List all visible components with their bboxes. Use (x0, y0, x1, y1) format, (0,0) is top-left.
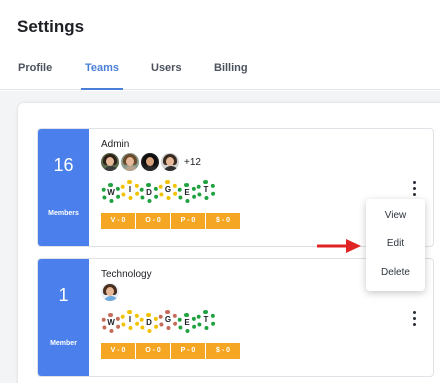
member-count-block: 16 Members (38, 129, 89, 246)
member-count-block: 1 Member (38, 259, 89, 376)
menu-item-delete[interactable]: Delete (366, 267, 425, 278)
stat-badge: $ - 0 (206, 343, 240, 359)
stat-badge: P - 0 (171, 213, 205, 229)
kebab-icon[interactable] (412, 311, 418, 327)
gear-icon: E (177, 313, 197, 333)
avatar (160, 152, 180, 172)
stat-badge: O - 0 (136, 343, 170, 359)
menu-item-view[interactable]: View (366, 210, 425, 221)
stat-badge: O - 0 (136, 213, 170, 229)
gear-icon: I (120, 310, 140, 330)
stat-badge: $ - 0 (206, 213, 240, 229)
team-name: Technology (101, 269, 152, 280)
gear-icon: I (120, 180, 140, 200)
avatar (100, 152, 120, 172)
gear-icon: W (101, 313, 121, 333)
avatar (120, 152, 140, 172)
team-name: Admin (101, 139, 130, 150)
gear-icon: G (158, 180, 178, 200)
tab-users[interactable]: Users (151, 62, 182, 74)
gear-icon: T (196, 180, 216, 200)
kebab-icon[interactable] (412, 181, 418, 197)
member-count-label: Members (48, 210, 79, 217)
gear-icon: E (177, 183, 197, 203)
gear-icon: D (139, 313, 159, 333)
member-count: 16 (53, 155, 74, 175)
tab-profile[interactable]: Profile (18, 62, 52, 74)
avatar (100, 282, 120, 302)
gear-icon: G (158, 310, 178, 330)
tab-billing[interactable]: Billing (214, 62, 248, 74)
active-tab-indicator (81, 88, 123, 90)
gear-icon: D (139, 183, 159, 203)
tab-bar: Profile Teams Users Billing (0, 56, 440, 90)
avatar (140, 152, 160, 172)
stat-badge: P - 0 (171, 343, 205, 359)
menu-item-edit[interactable]: Edit (366, 238, 425, 249)
page-title: Settings (17, 17, 85, 36)
tab-teams[interactable]: Teams (85, 62, 119, 74)
stat-badge: V - 0 (101, 213, 135, 229)
member-count: 1 (58, 285, 69, 305)
team-actions-menu: View Edit Delete (366, 199, 425, 291)
member-count-label: Member (50, 340, 77, 347)
stat-badge: V - 0 (101, 343, 135, 359)
extra-members-count: +12 (184, 157, 201, 168)
gear-icon: T (196, 310, 216, 330)
gear-icon: W (101, 183, 121, 203)
arrow-icon (317, 239, 361, 253)
